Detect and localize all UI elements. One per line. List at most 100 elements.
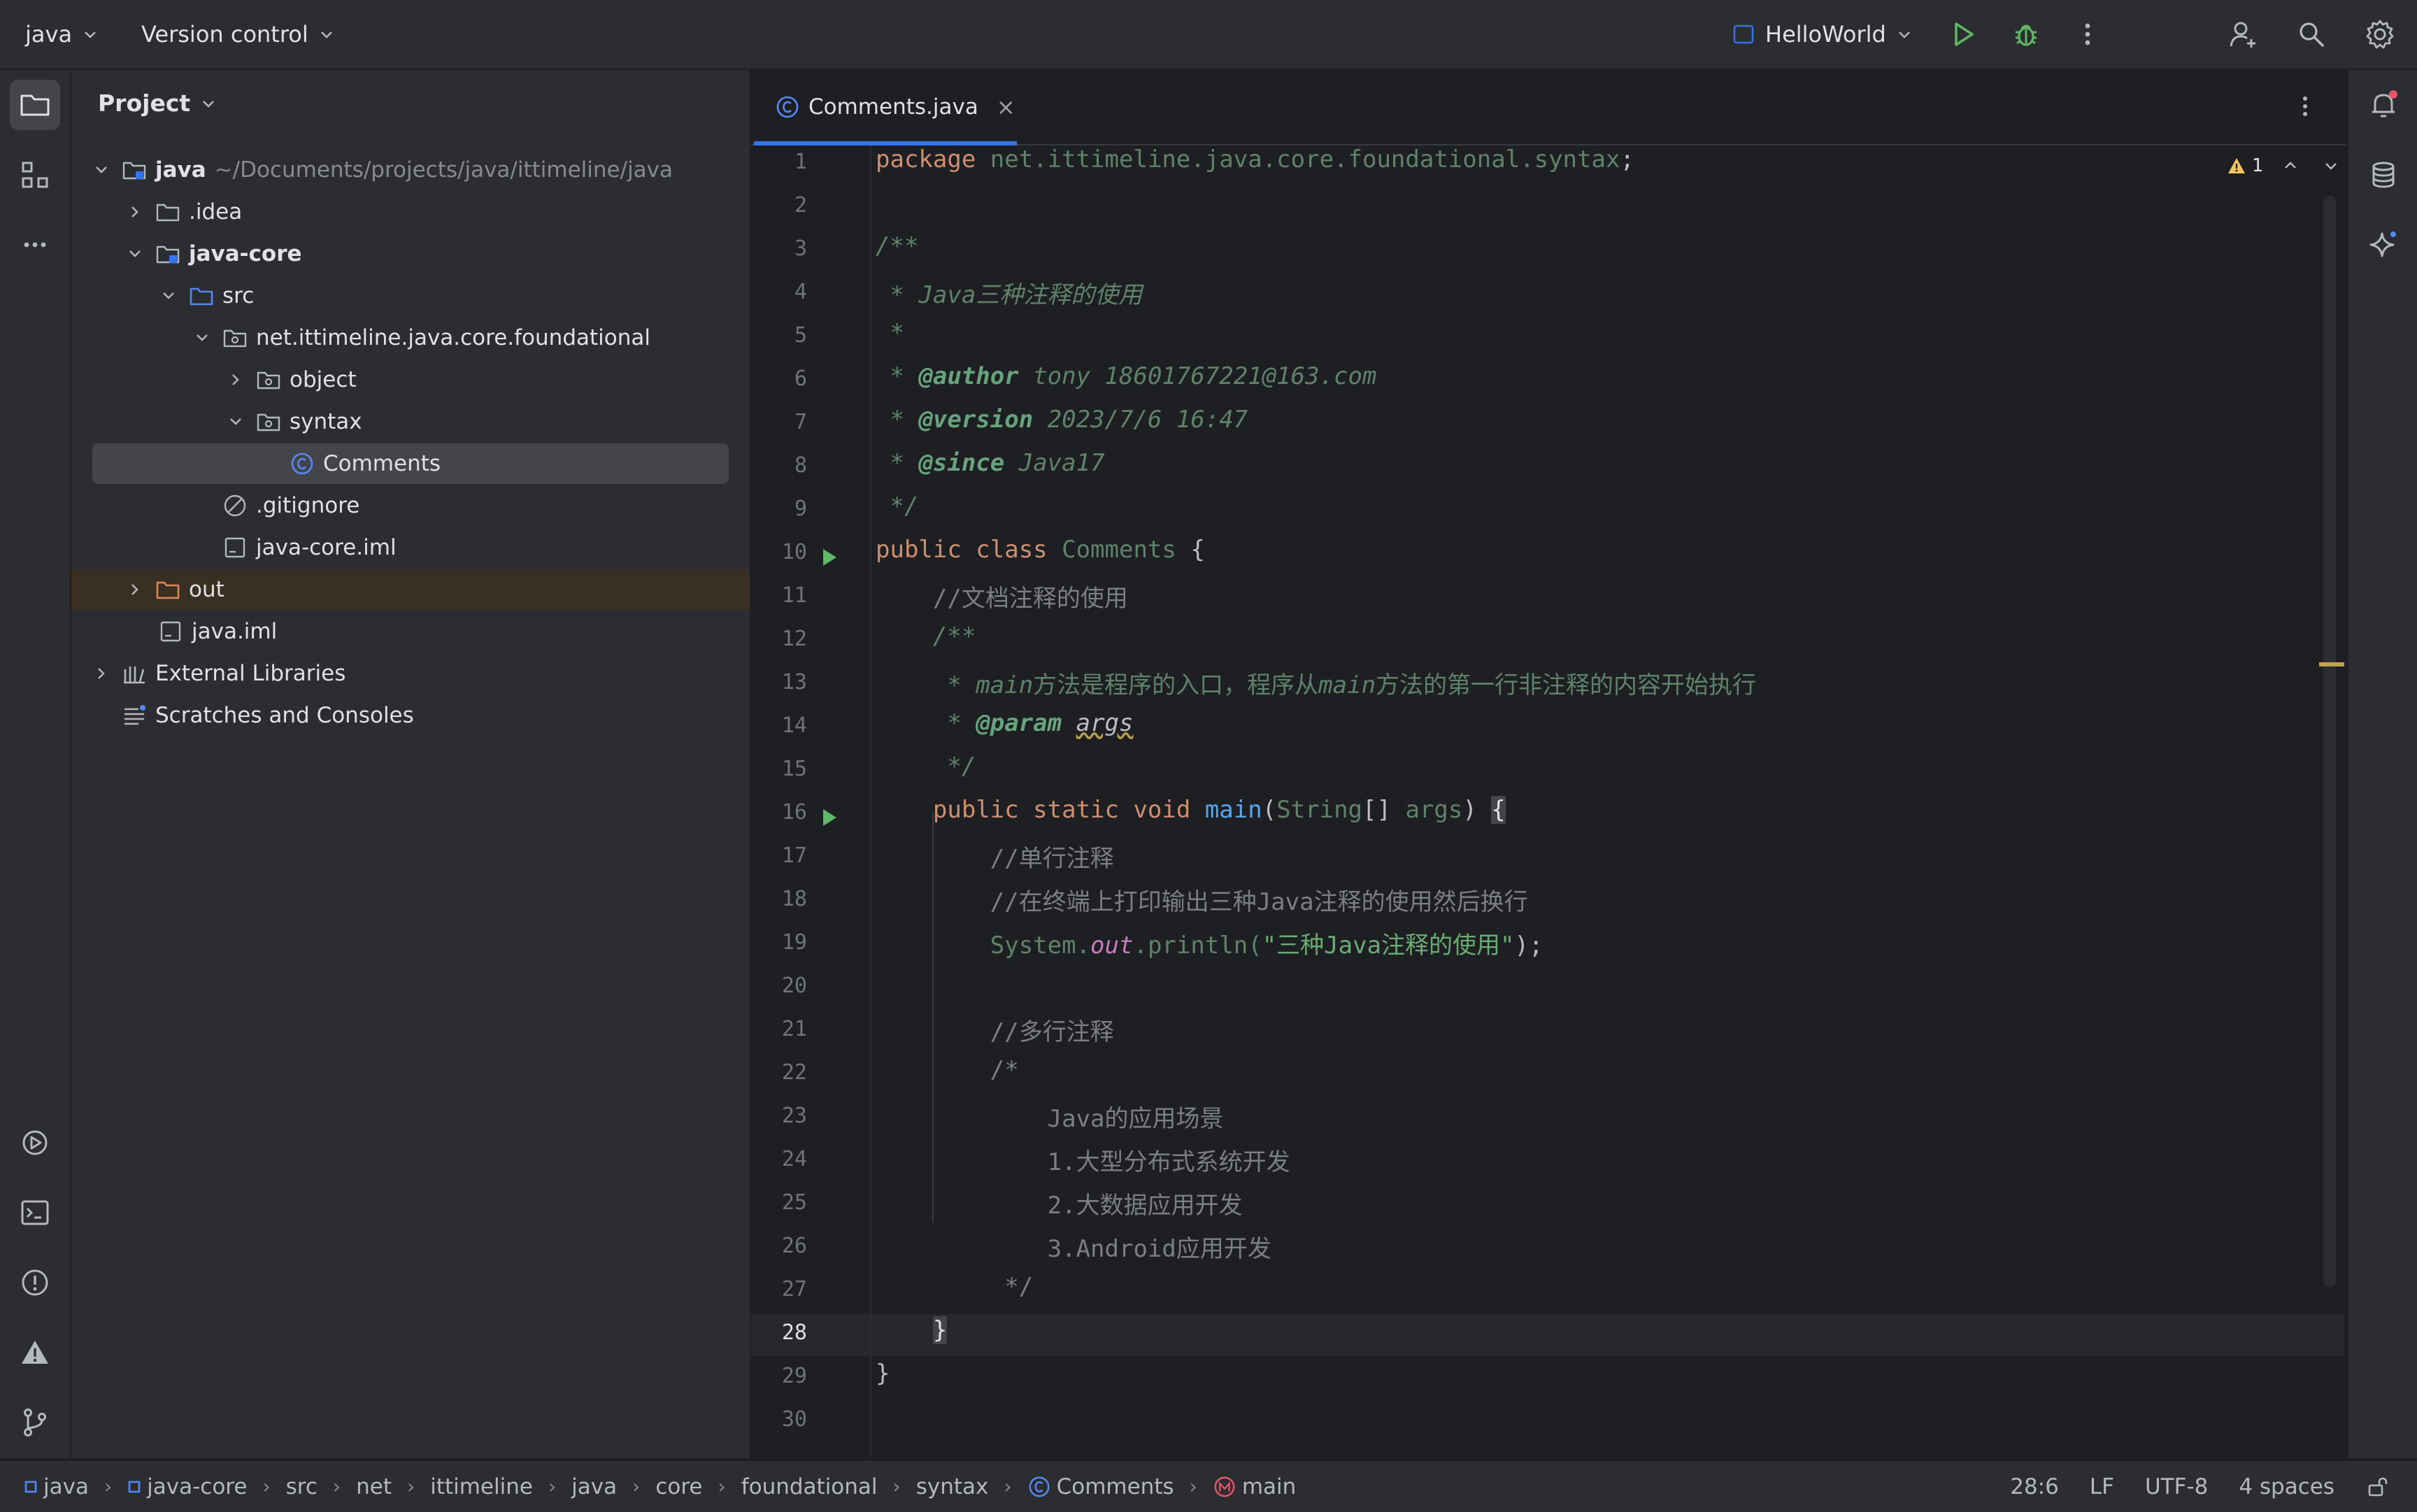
tree-item-out[interactable]: out xyxy=(71,569,750,610)
current-line-highlight xyxy=(751,1314,2344,1356)
more-vertical-icon[interactable] xyxy=(2070,17,2105,52)
terminal-tool-button[interactable] xyxy=(10,1188,60,1238)
breadcrumb-item[interactable]: src xyxy=(286,1474,318,1499)
tree-item-java-core[interactable]: java-core xyxy=(71,234,750,274)
caret-position[interactable]: 28:6 xyxy=(2010,1474,2059,1499)
token: * main xyxy=(876,671,1034,699)
code-line-27[interactable]: */ xyxy=(876,1273,1033,1301)
code-line-14[interactable]: * @param args xyxy=(876,709,1133,737)
vcs-selector[interactable]: Version control xyxy=(141,18,335,50)
code-line-4[interactable]: * Java三种注释的使用 xyxy=(876,276,1142,310)
code-line-9[interactable]: */ xyxy=(876,492,918,520)
code-line-29[interactable]: } xyxy=(876,1360,890,1388)
add-user-icon[interactable] xyxy=(2225,17,2260,52)
breadcrumb-item[interactable]: java-core xyxy=(127,1474,247,1499)
library-icon xyxy=(124,666,145,684)
code-line-17[interactable]: //单行注释 xyxy=(876,839,1114,873)
run-gutter-icon[interactable] xyxy=(817,545,841,569)
breadcrumb-item[interactable]: main xyxy=(1213,1474,1296,1499)
run-icon[interactable] xyxy=(1946,17,1981,52)
breadcrumb-item[interactable]: ittimeline xyxy=(430,1474,533,1499)
line-separator[interactable]: LF xyxy=(2090,1474,2114,1499)
editor-tab-comments[interactable]: Comments.java × xyxy=(751,70,1017,145)
warning-stripe-marker[interactable] xyxy=(2319,662,2344,666)
tab-close-button[interactable]: × xyxy=(997,94,1015,120)
breadcrumb-item[interactable]: syntax xyxy=(916,1474,989,1499)
structure-tool-button[interactable] xyxy=(10,150,60,200)
breadcrumb-item[interactable]: core xyxy=(655,1474,702,1499)
line-number: 15 xyxy=(781,757,807,781)
line-number: 6 xyxy=(794,366,807,391)
tree-item-idea[interactable]: .idea xyxy=(71,192,750,232)
tree-item-java-core-iml[interactable]: java-core.iml xyxy=(71,527,750,568)
breadcrumb-item[interactable]: net xyxy=(356,1474,392,1499)
tree-item-java[interactable]: java ~/Documents/projects/java/ittimelin… xyxy=(71,150,750,190)
breadcrumb-separator: › xyxy=(262,1475,271,1498)
tree-item-syntax[interactable]: syntax xyxy=(71,401,750,442)
search-icon[interactable] xyxy=(2294,17,2329,52)
tree-item-comments[interactable]: Comments xyxy=(71,443,750,484)
ai-assistant-button[interactable] xyxy=(2358,220,2409,270)
tree-item-src[interactable]: src xyxy=(71,276,750,316)
project-selector[interactable]: java xyxy=(25,18,99,50)
code-line-3[interactable]: /** xyxy=(876,232,918,260)
code-line-24[interactable]: 1.大型分布式系统开发 xyxy=(876,1143,1290,1177)
indent-setting[interactable]: 4 spaces xyxy=(2239,1474,2334,1499)
lock-open-icon[interactable] xyxy=(2365,1475,2389,1499)
code-line-8[interactable]: * @since Java17 xyxy=(876,449,1104,477)
code-line-26[interactable]: 3.Android应用开发 xyxy=(876,1229,1271,1264)
code-line-10[interactable]: public class Comments { xyxy=(876,536,1205,564)
notifications-button[interactable] xyxy=(2358,80,2409,130)
tree-item-package-foundational[interactable]: net.ittimeline.java.core.foundational xyxy=(71,318,750,358)
code-line-19[interactable]: System.out.println("三种Java注释的使用"); xyxy=(876,926,1543,960)
code-line-15[interactable]: */ xyxy=(876,753,976,780)
code-line-28[interactable]: } xyxy=(876,1316,948,1344)
debug-icon[interactable] xyxy=(2009,17,2044,52)
breadcrumb-item[interactable]: foundational xyxy=(741,1474,878,1499)
code-line-16[interactable]: public static void main(String[] args) { xyxy=(876,796,1506,824)
code-line-21[interactable]: //多行注释 xyxy=(876,1013,1114,1047)
settings-gear-icon[interactable] xyxy=(2362,17,2397,52)
services-tool-button[interactable] xyxy=(10,1118,60,1168)
project-panel-header[interactable]: Project xyxy=(98,90,217,117)
todo-tool-button[interactable] xyxy=(10,1327,60,1378)
code-line-5[interactable]: * xyxy=(876,319,904,347)
file-encoding[interactable]: UTF-8 xyxy=(2145,1474,2208,1499)
run-gutter-icon[interactable] xyxy=(817,806,841,829)
breadcrumb-item[interactable]: java xyxy=(571,1474,617,1499)
code-line-7[interactable]: * @version 2023/7/6 16:47 xyxy=(876,406,1248,434)
inspection-widget[interactable]: 1 xyxy=(2227,155,2339,176)
project-tool-button[interactable] xyxy=(10,80,60,130)
code-line-1[interactable]: package net.ittimeline.java.core.foundat… xyxy=(876,145,1634,173)
tree-item-object[interactable]: object xyxy=(71,359,750,400)
code-line-23[interactable]: Java的应用场景 xyxy=(876,1099,1224,1134)
code-line-6[interactable]: * @author tony 18601767221@163.com xyxy=(876,362,1376,390)
problems-tool-button[interactable] xyxy=(10,1257,60,1308)
tree-item-scratches[interactable]: Scratches and Consoles xyxy=(71,695,750,736)
breadcrumb-item[interactable]: Comments xyxy=(1027,1474,1174,1499)
more-vertical-icon[interactable] xyxy=(2290,91,2320,122)
code-line-12[interactable]: /** xyxy=(876,622,976,650)
database-button[interactable] xyxy=(2358,150,2409,200)
code-line-18[interactable]: //在终端上打印输出三种Java注释的使用然后换行 xyxy=(876,883,1528,917)
chevron-up-icon[interactable] xyxy=(2282,157,2299,174)
tree-item-label: syntax xyxy=(290,409,362,434)
tree-item-gitignore[interactable]: .gitignore xyxy=(71,485,750,526)
code-line-22[interactable]: /* xyxy=(876,1056,1019,1084)
more-tools-button[interactable] xyxy=(10,220,60,270)
chevron-down-icon[interactable] xyxy=(2323,157,2339,174)
tree-item-external-libraries[interactable]: External Libraries xyxy=(71,653,750,694)
git-tool-button[interactable] xyxy=(10,1397,60,1448)
run-config-selector[interactable]: HelloWorld xyxy=(1732,18,1913,50)
tree-item-label: out xyxy=(189,577,224,602)
chevron-down-icon xyxy=(96,166,107,173)
breadcrumb-item[interactable]: java xyxy=(24,1474,89,1499)
line-number: 24 xyxy=(781,1147,807,1171)
code-line-11[interactable]: //文档注释的使用 xyxy=(876,579,1128,613)
chevron-right-icon xyxy=(232,374,239,385)
editor-scrollbar[interactable] xyxy=(2323,196,2336,1287)
code-line-25[interactable]: 2.大数据应用开发 xyxy=(876,1186,1243,1220)
tree-item-java-iml[interactable]: java.iml xyxy=(71,611,750,652)
breadcrumb-separator: › xyxy=(1004,1475,1012,1498)
code-line-13[interactable]: * main方法是程序的入口，程序从main方法的第一行非注释的内容开始执行 xyxy=(876,666,1756,700)
